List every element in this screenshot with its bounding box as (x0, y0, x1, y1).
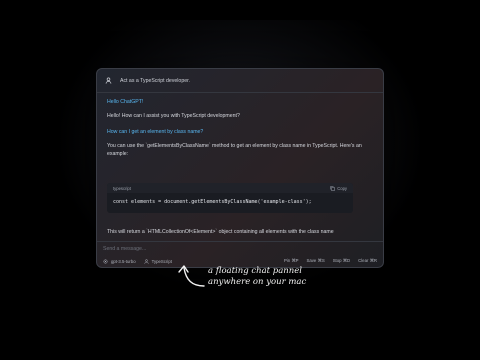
code-language-label: typescript (113, 185, 131, 191)
persona-label: TypeScript (151, 258, 172, 264)
person-icon (105, 77, 112, 84)
model-selector[interactable]: gpt-3.5-turbo (103, 259, 136, 264)
system-prompt-row[interactable]: Act as a TypeScript developer. (97, 69, 383, 93)
code-header: typescript Copy (107, 183, 353, 193)
curved-arrow-icon (178, 265, 205, 287)
annotation-line-1: a floating chat pannel (208, 266, 303, 276)
copy-label: Copy (337, 185, 347, 191)
code-line: const elements = document.getElementsByC… (113, 199, 312, 205)
user-message: Hello ChatGPT! (107, 99, 144, 105)
copy-button[interactable]: Copy (330, 186, 347, 191)
system-prompt-text: Act as a TypeScript developer. (120, 77, 190, 84)
message-input-row (97, 241, 383, 255)
handwritten-annotation: a floating chat pannel anywhere on your … (172, 256, 372, 316)
persona-selector[interactable]: TypeScript (144, 259, 172, 264)
person-icon (144, 258, 149, 264)
model-label: gpt-3.5-turbo (111, 258, 136, 264)
openai-icon (103, 259, 108, 263)
assistant-message: You can use the `getElementsByClassName`… (107, 143, 362, 157)
chat-panel: Act as a TypeScript developer. Hello Cha… (96, 68, 384, 268)
assistant-message-continued: This will return a `HTMLCollectionOf<Ele… (107, 229, 334, 235)
annotation-line-2: anywhere on your mac (208, 277, 307, 287)
message-input[interactable] (103, 245, 383, 252)
assistant-message: Hello! How can I assist you with TypeScr… (107, 113, 240, 119)
message-list: Hello ChatGPT! Hello! How can I assist y… (107, 99, 373, 167)
copy-icon (330, 185, 335, 191)
user-message: How can I get an element by class name? (107, 129, 204, 135)
code-block: typescript Copy const elements = documen… (107, 183, 353, 213)
